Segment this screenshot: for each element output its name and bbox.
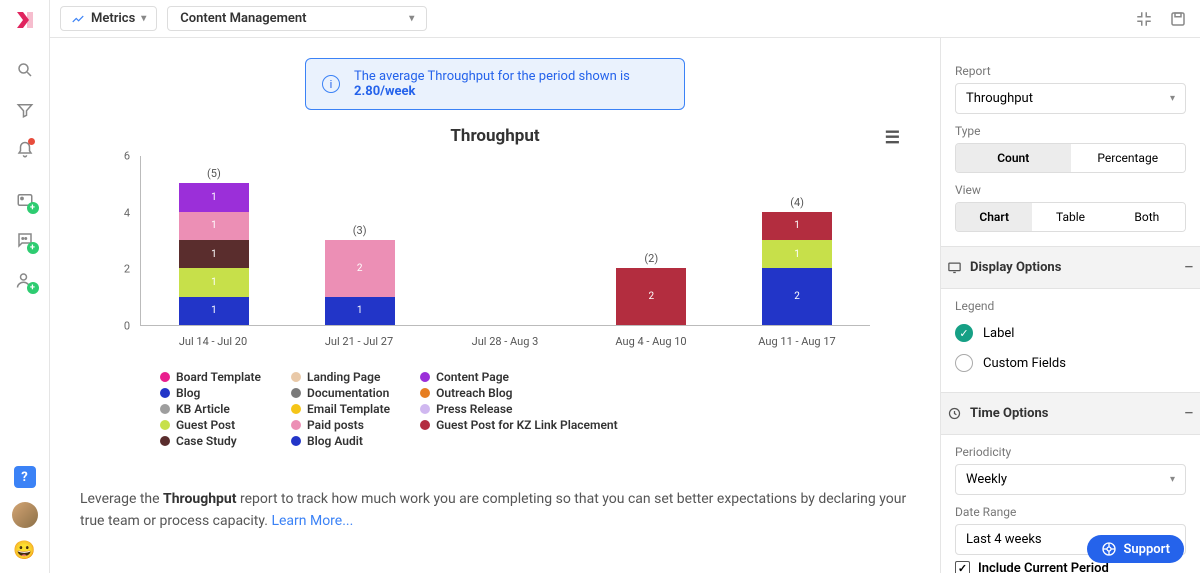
bar-chart: 0246 11111(5)12(3)2(2)211(4) Jul 14 - Ju… <box>140 156 870 356</box>
chart-title: Throughput ☰ <box>80 126 910 146</box>
x-axis-label: Jul 21 - Jul 27 <box>309 335 409 348</box>
periodicity-select[interactable]: Weekly▾ <box>955 464 1186 495</box>
bar-column[interactable]: 2(2) <box>616 268 686 325</box>
banner-text: The average Throughput for the period sh… <box>354 69 668 99</box>
config-panel: Report Throughput▾ Type CountPercentage … <box>940 38 1200 573</box>
toggle-option-count[interactable]: Count <box>956 144 1071 172</box>
support-button[interactable]: Support <box>1087 535 1184 563</box>
legend-item[interactable]: Landing Page <box>291 370 390 384</box>
info-icon: i <box>322 75 340 93</box>
x-axis-label: Jul 14 - Jul 20 <box>163 335 263 348</box>
add-comment-icon[interactable]: + <box>7 222 43 258</box>
legend-item[interactable]: KB Article <box>160 402 261 416</box>
bar-column[interactable]: 11111(5) <box>179 183 249 325</box>
learn-more-link[interactable]: Learn More... <box>271 513 353 529</box>
bar-column[interactable]: 12(3) <box>325 240 395 325</box>
legend-item[interactable]: Blog Audit <box>291 434 390 448</box>
legend-item[interactable]: Guest Post for KZ Link Placement <box>420 418 618 432</box>
time-options-header[interactable]: Time Options − <box>941 392 1200 435</box>
chevron-down-icon: ▾ <box>141 13 146 24</box>
metrics-dropdown[interactable]: Metrics ▾ <box>60 6 157 31</box>
search-icon[interactable] <box>7 52 43 88</box>
type-toggle: CountPercentage <box>955 143 1186 173</box>
topbar: Metrics ▾ Content Management ▾ <box>50 0 1200 38</box>
add-card-icon[interactable]: + <box>7 182 43 218</box>
chart-legend: Board Template Blog KB Article Guest Post Ca… <box>160 370 910 448</box>
toggle-option-chart[interactable]: Chart <box>956 203 1032 231</box>
info-banner: i The average Throughput for the period … <box>305 58 685 110</box>
chevron-down-icon: ▾ <box>1170 474 1175 485</box>
context-dropdown[interactable]: Content Management ▾ <box>167 6 427 31</box>
legend-item[interactable]: Documentation <box>291 386 390 400</box>
legend-item[interactable]: Case Study <box>160 434 261 448</box>
view-toggle: ChartTableBoth <box>955 202 1186 232</box>
metrics-label: Metrics <box>91 11 135 26</box>
x-axis-label: Aug 11 - Aug 17 <box>747 335 847 348</box>
add-user-icon[interactable]: + <box>7 262 43 298</box>
collapse-icon[interactable] <box>1132 7 1156 31</box>
legend-item[interactable]: Paid posts <box>291 418 390 432</box>
display-options-header[interactable]: Display Options − <box>941 246 1200 289</box>
legend-item[interactable]: Content Page <box>420 370 618 384</box>
legend-item[interactable]: Email Template <box>291 402 390 416</box>
notifications-icon[interactable] <box>7 132 43 168</box>
legend-item[interactable]: Guest Post <box>160 418 261 432</box>
bar-column[interactable]: 211(4) <box>762 212 832 325</box>
chart-area: i The average Throughput for the period … <box>50 38 940 573</box>
x-axis-label: Aug 4 - Aug 10 <box>601 335 701 348</box>
save-icon[interactable] <box>1166 7 1190 31</box>
chevron-down-icon: ▾ <box>1170 93 1175 104</box>
collapse-section-icon[interactable]: − <box>1184 257 1194 278</box>
rp-daterange-label: Date Range <box>955 505 1186 519</box>
legend-radio-label[interactable]: Label <box>955 318 1186 348</box>
toggle-option-both[interactable]: Both <box>1109 203 1185 231</box>
x-axis-label: Jul 28 - Aug 3 <box>455 335 555 348</box>
chevron-down-icon: ▾ <box>409 13 414 24</box>
context-label: Content Management <box>180 11 306 26</box>
rp-view-label: View <box>955 183 1186 197</box>
legend-item[interactable]: Press Release <box>420 402 618 416</box>
legend-radio-custom-fields[interactable]: Custom Fields <box>955 348 1186 378</box>
app-logo[interactable] <box>13 8 37 32</box>
rp-type-label: Type <box>955 124 1186 138</box>
report-description: Leverage the Throughput report to track … <box>80 488 910 533</box>
collapse-section-icon[interactable]: − <box>1184 403 1194 424</box>
emoji-picker-icon[interactable]: 😀 <box>13 540 35 561</box>
legend-item[interactable]: Board Template <box>160 370 261 384</box>
legend-item[interactable]: Outreach Blog <box>420 386 618 400</box>
left-nav-rail: + + + ? 😀 <box>0 0 50 573</box>
toggle-option-table[interactable]: Table <box>1032 203 1108 231</box>
user-avatar[interactable] <box>12 502 38 528</box>
rp-periodicity-label: Periodicity <box>955 445 1186 459</box>
legend-item[interactable]: Blog <box>160 386 261 400</box>
rp-report-label: Report <box>955 64 1186 78</box>
chart-menu-icon[interactable]: ☰ <box>885 128 900 148</box>
toggle-option-percentage[interactable]: Percentage <box>1071 144 1186 172</box>
rp-legend-label: Legend <box>955 299 1186 313</box>
filter-icon[interactable] <box>7 92 43 128</box>
report-select[interactable]: Throughput▾ <box>955 83 1186 114</box>
help-icon[interactable]: ? <box>14 466 36 488</box>
